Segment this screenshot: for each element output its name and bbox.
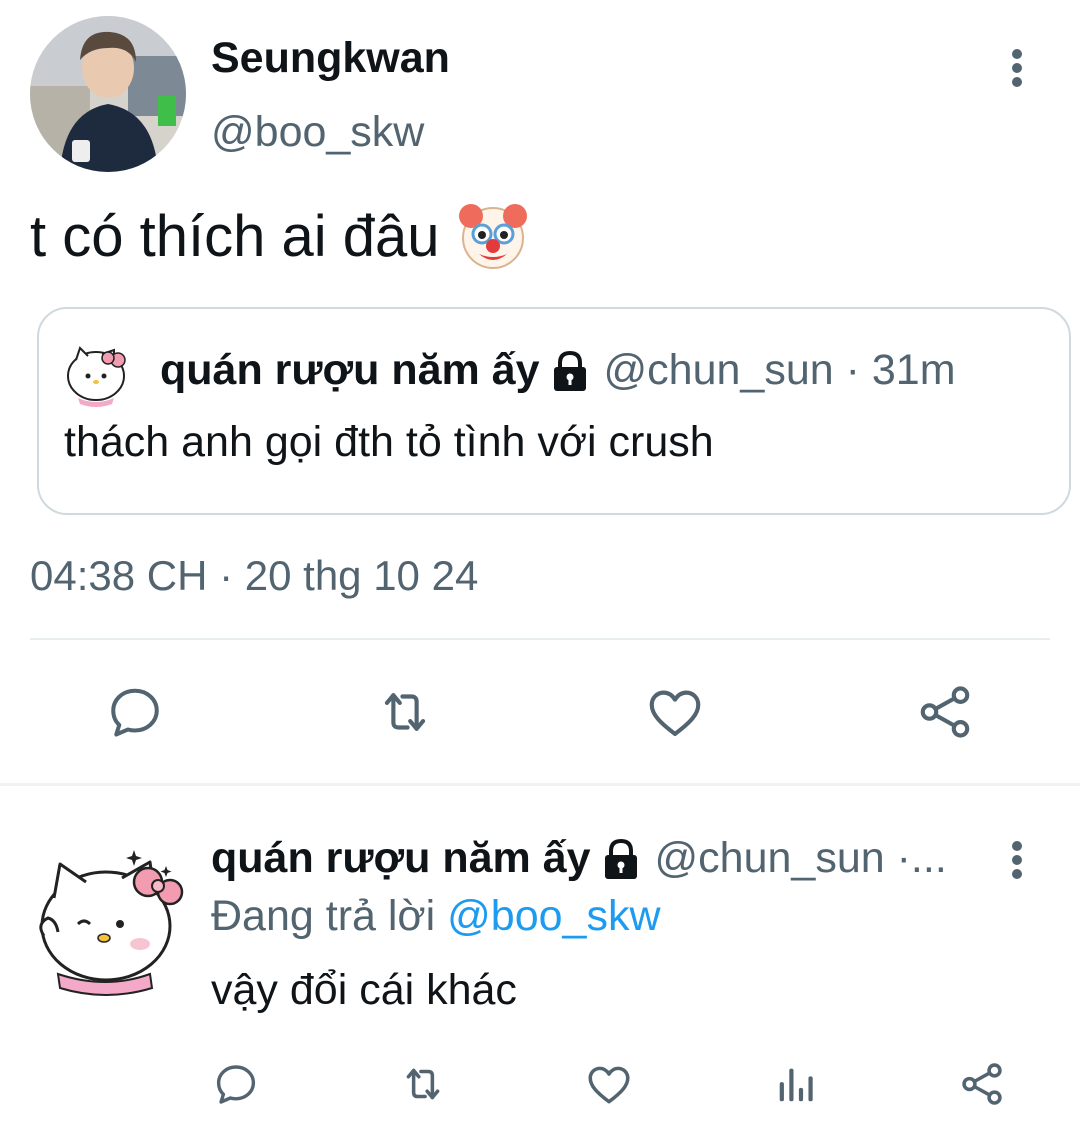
lock-icon (553, 350, 586, 391)
clown-face-emoji (459, 204, 528, 269)
more-options-button[interactable] (997, 38, 1037, 98)
author-avatar[interactable] (30, 16, 186, 172)
more-vertical-icon (1012, 841, 1022, 879)
quoted-tweet-text: thách anh gọi đth tỏ tình với crush (64, 418, 714, 466)
quoted-tweet-header: quán rượu năm ấy @chun_sun · 31m (160, 346, 956, 395)
reply-icon (216, 1065, 256, 1104)
retweet-icon (384, 693, 426, 731)
reply-reply-button[interactable] (204, 1052, 268, 1116)
share-icon (962, 1063, 1002, 1105)
reply-share-button[interactable] (950, 1052, 1014, 1116)
retweet-icon (406, 1068, 440, 1100)
quoted-tweet-meta: @chun_sun · 31m (603, 346, 956, 394)
tweet-text-content: t có thích ai đâu (30, 203, 440, 269)
reply-author-name[interactable]: quán rượu năm ấy (211, 834, 591, 883)
reply-more-options-button[interactable] (997, 830, 1037, 890)
replying-to: Đang trả lời @boo_skw (211, 892, 661, 941)
quoted-author-name[interactable]: quán rượu năm ấy (160, 346, 540, 395)
quoted-author-avatar[interactable] (62, 338, 134, 410)
heart-icon (649, 690, 701, 737)
author-name[interactable]: Seungkwan (211, 34, 450, 83)
reply-header: quán rượu năm ấy @chun_sun ·... (211, 834, 947, 883)
reply-retweet-button[interactable] (391, 1052, 455, 1116)
share-icon (920, 686, 970, 738)
tweet-timestamp[interactable]: 04:38 CH · 20 thg 10 24 (30, 552, 478, 600)
reply-icon (111, 688, 159, 737)
reply-analytics-button[interactable] (764, 1052, 828, 1116)
tweet-text: t có thích ai đâu (30, 200, 529, 272)
reply-author-avatar[interactable] (30, 840, 186, 996)
analytics-icon (779, 1068, 813, 1102)
section-divider (0, 783, 1080, 786)
share-button[interactable] (905, 672, 985, 752)
lock-icon (604, 838, 637, 879)
heart-icon (588, 1066, 630, 1104)
author-handle[interactable]: @boo_skw (211, 108, 424, 157)
reply-button[interactable] (95, 672, 175, 752)
mention-link[interactable]: @boo_skw (447, 892, 660, 940)
divider (30, 638, 1050, 640)
quoted-tweet-card[interactable] (37, 307, 1071, 515)
reply-text: vậy đổi cái khác (211, 966, 517, 1014)
retweet-button[interactable] (365, 672, 445, 752)
like-button[interactable] (635, 672, 715, 752)
replying-to-label: Đang trả lời (211, 892, 436, 940)
more-vertical-icon (1012, 49, 1022, 87)
reply-like-button[interactable] (577, 1052, 641, 1116)
reply-meta: @chun_sun ·... (654, 834, 947, 882)
